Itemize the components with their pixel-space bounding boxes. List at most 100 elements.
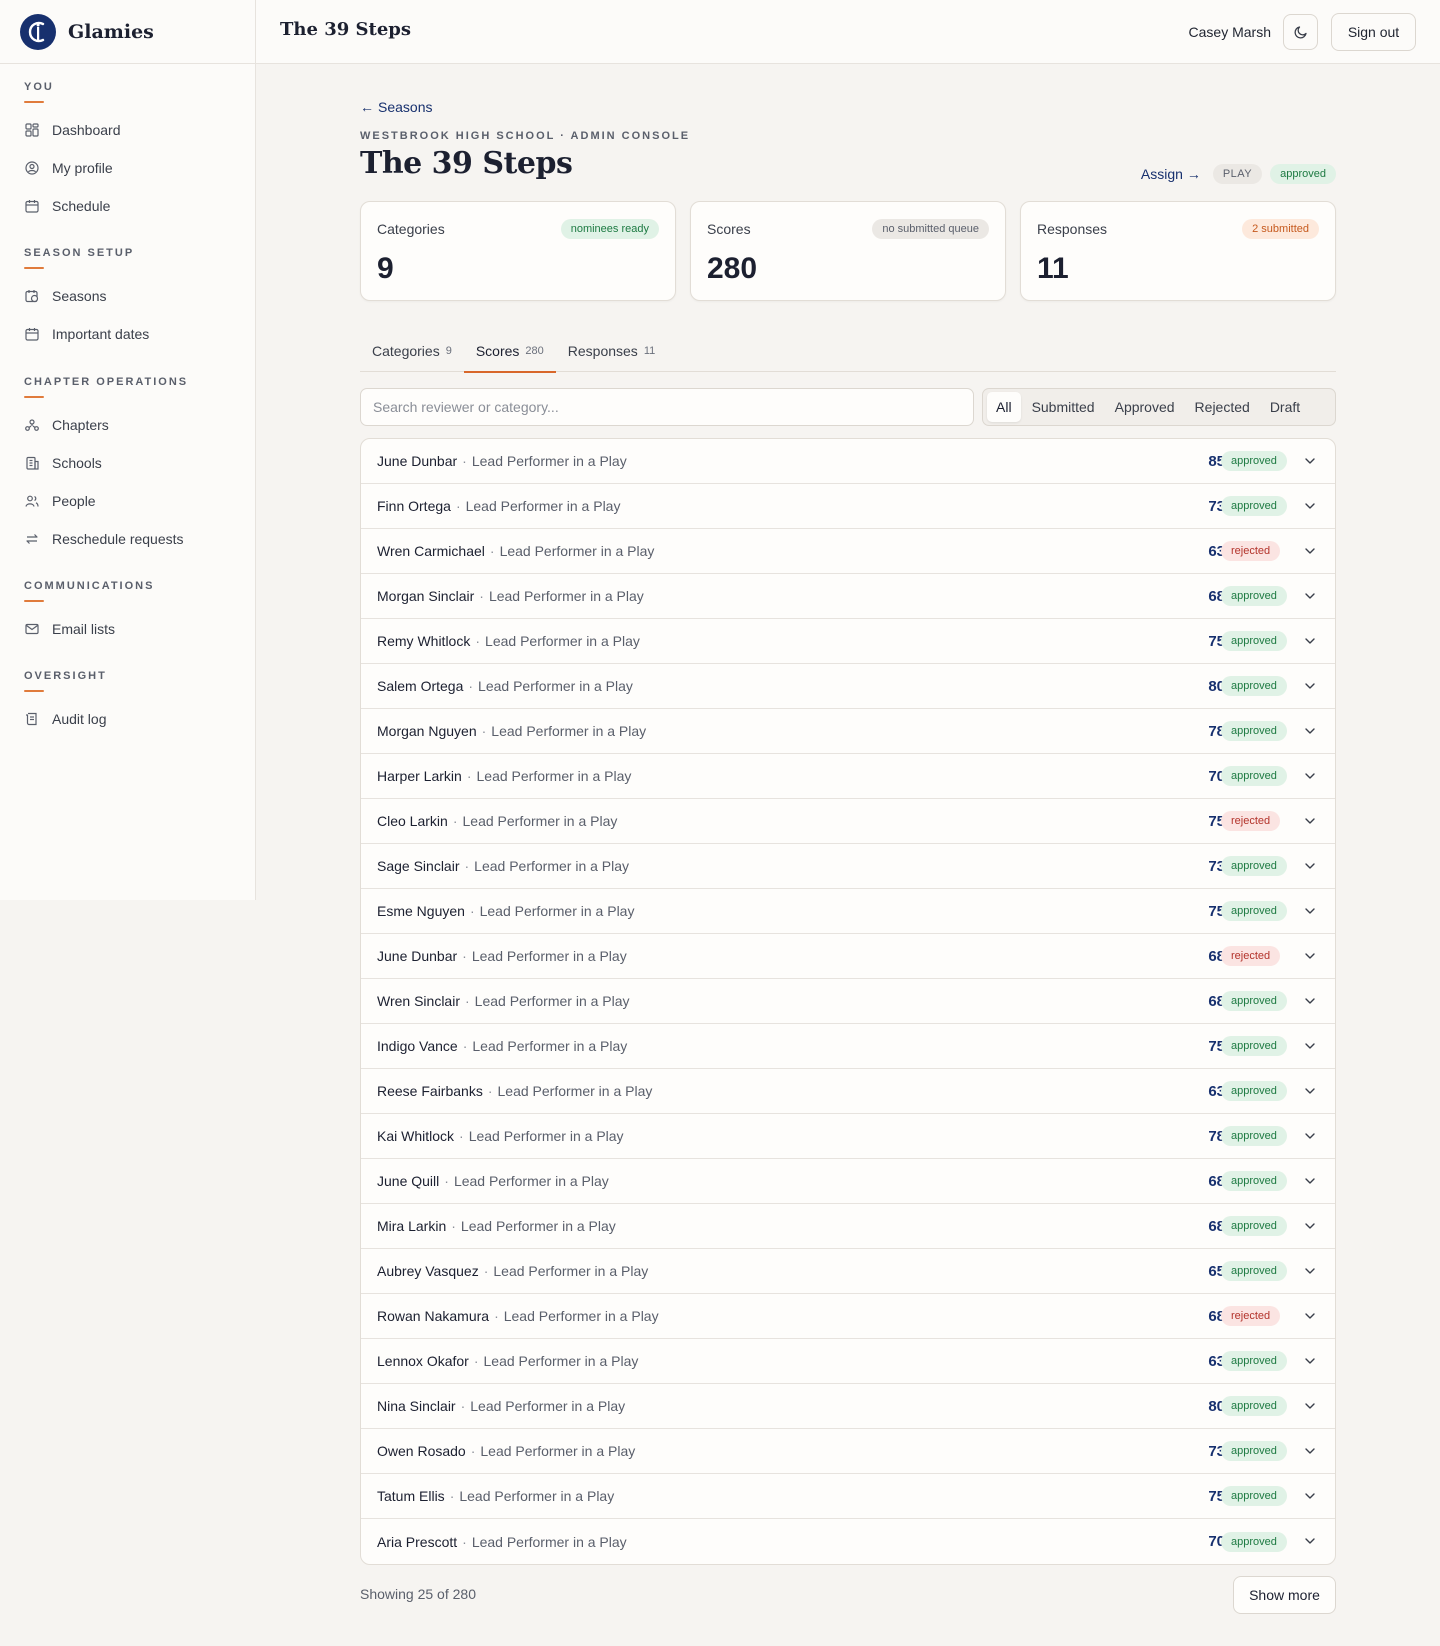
calendar-icon <box>24 198 40 214</box>
tab-scores[interactable]: Scores 280 <box>463 330 556 373</box>
title-actions: Assign → PLAY approved <box>1141 164 1336 184</box>
table-row[interactable]: Owen Rosado · Lead Performer in a Play 73 ap… <box>361 1429 1335 1474</box>
stat-card-scores: Scores no submitted queue 280 <box>690 201 1006 301</box>
glamies-logo-icon <box>20 14 56 50</box>
sidebar-item-my-profile[interactable]: My profile <box>24 149 121 187</box>
sidebar-item-schedule[interactable]: Schedule <box>24 187 121 225</box>
back-to-seasons-link[interactable]: ← Seasons <box>360 99 432 115</box>
chevron-down-icon[interactable] <box>1303 769 1317 783</box>
table-row[interactable]: Morgan Sinclair · Lead Performer in a Play… <box>361 574 1335 619</box>
chevron-down-icon[interactable] <box>1303 1084 1317 1098</box>
sidebar-item-email-lists[interactable]: Email lists <box>24 610 154 648</box>
table-row[interactable]: June Quill · Lead Performer in a Play 68 app… <box>361 1159 1335 1204</box>
table-row[interactable]: June Dunbar · Lead Performer in a Play 85 ap… <box>361 439 1335 484</box>
chevron-down-icon[interactable] <box>1303 724 1317 738</box>
chevron-down-icon[interactable] <box>1303 544 1317 558</box>
table-row[interactable]: Aubrey Vasquez · Lead Performer in a Play 6… <box>361 1249 1335 1294</box>
nav-heading: CHAPTER OPERATIONS <box>24 376 189 388</box>
table-row[interactable]: Tatum Ellis · Lead Performer in a Play 75 ap… <box>361 1474 1335 1519</box>
tab-categories[interactable]: Categories 9 <box>360 330 464 372</box>
sidebar-item-label: Chapters <box>52 417 109 433</box>
chevron-down-icon[interactable] <box>1303 994 1317 1008</box>
chevron-down-icon[interactable] <box>1303 1534 1317 1548</box>
table-row[interactable]: Harper Larkin · Lead Performer in a Play 70… <box>361 754 1335 799</box>
sidebar-item-schools[interactable]: Schools <box>24 444 188 482</box>
table-row[interactable]: Remy Whitlock · Lead Performer in a Play 75… <box>361 619 1335 664</box>
chevron-down-icon[interactable] <box>1303 1309 1317 1323</box>
chevron-down-icon[interactable] <box>1303 949 1317 963</box>
calendar-clock-icon <box>24 288 40 304</box>
chevron-down-icon[interactable] <box>1303 1174 1317 1188</box>
category-name: Lead Performer in a Play <box>470 1398 626 1414</box>
table-row[interactable]: Rowan Nakamura · Lead Performer in a Play 6… <box>361 1294 1335 1339</box>
table-row[interactable]: Morgan Nguyen · Lead Performer in a Play 78… <box>361 709 1335 754</box>
chevron-down-icon[interactable] <box>1303 634 1317 648</box>
chevron-down-icon[interactable] <box>1303 454 1317 468</box>
filter-submitted[interactable]: Submitted <box>1023 392 1104 422</box>
chevron-down-icon[interactable] <box>1303 1489 1317 1503</box>
sign-out-button[interactable]: Sign out <box>1331 13 1416 51</box>
sidebar-item-label: Dashboard <box>52 122 121 138</box>
table-row[interactable]: Kai Whitlock · Lead Performer in a Play 78 a… <box>361 1114 1335 1159</box>
table-row[interactable]: Wren Sinclair · Lead Performer in a Play 68… <box>361 979 1335 1024</box>
category-name: Lead Performer in a Play <box>462 813 618 829</box>
card-label: Categories <box>377 221 445 237</box>
filter-rejected[interactable]: Rejected <box>1186 392 1259 422</box>
chevron-down-icon[interactable] <box>1303 1444 1317 1458</box>
chevron-down-icon[interactable] <box>1303 1039 1317 1053</box>
sidebar-item-audit-log[interactable]: Audit log <box>24 700 107 738</box>
chevron-down-icon[interactable] <box>1303 859 1317 873</box>
chevron-down-icon[interactable] <box>1303 679 1317 693</box>
chevron-down-icon[interactable] <box>1303 904 1317 918</box>
category-name: Lead Performer in a Play <box>453 1173 609 1189</box>
search-input[interactable] <box>360 388 974 426</box>
table-row[interactable]: Nina Sinclair · Lead Performer in a Play 80… <box>361 1384 1335 1429</box>
tab-count: 11 <box>643 345 656 357</box>
status-badge: rejected <box>1221 811 1281 831</box>
sidebar-item-chapters[interactable]: Chapters <box>24 406 188 444</box>
sidebar-item-important-dates[interactable]: Important dates <box>24 315 149 353</box>
filter-draft[interactable]: Draft <box>1261 392 1309 422</box>
status-badge: approved <box>1270 164 1336 184</box>
table-row[interactable]: Salem Ortega · Lead Performer in a Play 80 a… <box>361 664 1335 709</box>
table-row[interactable]: June Dunbar · Lead Performer in a Play 68 re… <box>361 934 1335 979</box>
chevron-down-icon[interactable] <box>1303 1219 1317 1233</box>
table-row[interactable]: Aria Prescott · Lead Performer in a Play 70… <box>361 1519 1335 1564</box>
sidebar-item-dashboard[interactable]: Dashboard <box>24 111 121 149</box>
brand[interactable]: Glamies <box>0 0 256 64</box>
profile-icon <box>24 160 40 176</box>
chevron-down-icon[interactable] <box>1303 589 1317 603</box>
table-row[interactable]: Mira Larkin · Lead Performer in a Play 68 ap… <box>361 1204 1335 1249</box>
filter-approved[interactable]: Approved <box>1106 392 1184 422</box>
sidebar-item-people[interactable]: People <box>24 482 188 520</box>
show-more-button[interactable]: Show more <box>1233 1576 1336 1614</box>
table-row[interactable]: Sage Sinclair · Lead Performer in a Play 73… <box>361 844 1335 889</box>
table-row[interactable]: Cleo Larkin · Lead Performer in a Play 75 re… <box>361 799 1335 844</box>
filter-all[interactable]: All <box>987 392 1021 422</box>
table-row[interactable]: Indigo Vance · Lead Performer in a Play 75 a… <box>361 1024 1335 1069</box>
status-badge: approved <box>1221 1081 1287 1101</box>
card-label: Scores <box>707 221 751 237</box>
sidebar-item-seasons[interactable]: Seasons <box>24 277 149 315</box>
status-badge: approved <box>1221 1126 1287 1146</box>
top-bar: Glamies The 39 Steps Casey Marsh Sign ou… <box>0 0 1440 64</box>
status-badge: approved <box>1221 451 1287 471</box>
theme-toggle-button[interactable] <box>1283 14 1318 50</box>
chevron-down-icon[interactable] <box>1303 1264 1317 1278</box>
sidebar-item-reschedule-requests[interactable]: Reschedule requests <box>24 520 188 558</box>
chevron-down-icon[interactable] <box>1303 1129 1317 1143</box>
chevron-down-icon[interactable] <box>1303 1354 1317 1368</box>
assign-link[interactable]: Assign → <box>1141 166 1201 182</box>
chevron-down-icon[interactable] <box>1303 1399 1317 1413</box>
table-row[interactable]: Wren Carmichael · Lead Performer in a Play… <box>361 529 1335 574</box>
table-row[interactable]: Finn Ortega · Lead Performer in a Play 73 ap… <box>361 484 1335 529</box>
tab-responses[interactable]: Responses 11 <box>556 330 667 372</box>
result-count: Showing 25 of 280 <box>360 1586 476 1602</box>
table-row[interactable]: Esme Nguyen · Lead Performer in a Play 75 ap… <box>361 889 1335 934</box>
table-row[interactable]: Lennox Okafor · Lead Performer in a Play 63… <box>361 1339 1335 1384</box>
sidebar-item-label: Schools <box>52 455 102 471</box>
chevron-down-icon[interactable] <box>1303 814 1317 828</box>
table-row[interactable]: Reese Fairbanks · Lead Performer in a Play… <box>361 1069 1335 1114</box>
chevron-down-icon[interactable] <box>1303 499 1317 513</box>
separator: · <box>449 1488 455 1504</box>
